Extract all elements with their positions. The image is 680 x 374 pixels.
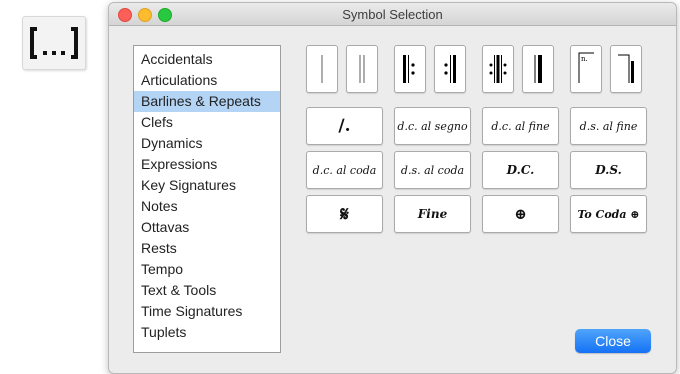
category-item[interactable]: Tempo <box>134 259 280 280</box>
window-title: Symbol Selection <box>342 7 443 22</box>
ending-bracket-close-icon <box>618 54 634 83</box>
dc-al-coda-button[interactable]: d.c. al coda <box>306 151 383 189</box>
dc-label: D.C. <box>506 163 535 177</box>
title-bar: Symbol Selection <box>109 3 676 26</box>
repeat-bar-icon: ∕. <box>338 116 351 136</box>
category-item[interactable]: Rests <box>134 238 280 259</box>
final-barline-icon <box>534 55 542 83</box>
ds-al-coda-button[interactable]: d.s. al coda <box>394 151 471 189</box>
ds-al-fine-button[interactable]: d.s. al fine <box>570 107 647 145</box>
category-item[interactable]: Accidentals <box>134 49 280 70</box>
repeat-bar-button[interactable]: ∕. <box>306 107 383 145</box>
dc-al-segno-label: d.c. al segno <box>397 119 468 133</box>
close-button[interactable]: Close <box>575 329 651 353</box>
final-barline-button[interactable] <box>522 45 554 93</box>
fine-label: Fine <box>417 207 448 221</box>
category-list[interactable]: Accidentals Articulations Barlines & Rep… <box>133 45 281 353</box>
end-repeat-icon <box>444 55 456 83</box>
category-item[interactable]: Notes <box>134 196 280 217</box>
ds-al-coda-label: d.s. al coda <box>400 163 465 177</box>
start-end-repeat-icon <box>489 55 507 83</box>
end-repeat-button[interactable] <box>434 45 466 93</box>
app-icon[interactable] <box>22 16 86 70</box>
ds-label: D.S. <box>595 163 622 177</box>
ds-al-fine-label: d.s. al fine <box>579 119 638 133</box>
category-item-selected[interactable]: Barlines & Repeats <box>134 91 280 112</box>
start-repeat-button[interactable] <box>394 45 426 93</box>
category-item[interactable]: Ottavas <box>134 217 280 238</box>
double-barline-button[interactable] <box>346 45 378 93</box>
coda-icon: ⊕ <box>514 205 527 223</box>
single-barline-icon <box>321 55 323 83</box>
dc-al-fine-label: d.c. al fine <box>491 119 550 133</box>
segno-button[interactable]: 𝄋 <box>306 195 383 233</box>
dc-al-segno-button[interactable]: d.c. al segno <box>394 107 471 145</box>
to-coda-button[interactable]: To Coda ⊕ <box>570 195 647 233</box>
to-coda-label: To Coda ⊕ <box>577 207 640 221</box>
category-item[interactable]: Tuplets <box>134 322 280 343</box>
brackets-ellipsis-icon <box>30 27 78 59</box>
start-repeat-icon <box>403 55 415 83</box>
coda-button[interactable]: ⊕ <box>482 195 559 233</box>
category-item[interactable]: Dynamics <box>134 133 280 154</box>
double-barline-icon <box>359 55 365 83</box>
category-item[interactable]: Time Signatures <box>134 301 280 322</box>
first-ending-bracket-icon: n. <box>578 52 594 83</box>
ds-button[interactable]: D.S. <box>570 151 647 189</box>
ending-number-label: n. <box>581 55 588 63</box>
first-ending-button[interactable]: n. <box>570 45 602 93</box>
segno-icon: 𝄋 <box>340 202 349 226</box>
dc-al-fine-button[interactable]: d.c. al fine <box>482 107 559 145</box>
start-end-repeat-button[interactable] <box>482 45 514 93</box>
single-barline-button[interactable] <box>306 45 338 93</box>
dc-al-coda-label: d.c. al coda <box>312 163 377 177</box>
category-item[interactable]: Expressions <box>134 154 280 175</box>
symbol-selection-window: Symbol Selection Accidentals Articulatio… <box>108 2 677 374</box>
ending-close-button[interactable] <box>610 45 642 93</box>
category-item[interactable]: Key Signatures <box>134 175 280 196</box>
dc-button[interactable]: D.C. <box>482 151 559 189</box>
fine-button[interactable]: Fine <box>394 195 471 233</box>
category-item[interactable]: Text & Tools <box>134 280 280 301</box>
category-item[interactable]: Clefs <box>134 112 280 133</box>
category-item[interactable]: Articulations <box>134 70 280 91</box>
